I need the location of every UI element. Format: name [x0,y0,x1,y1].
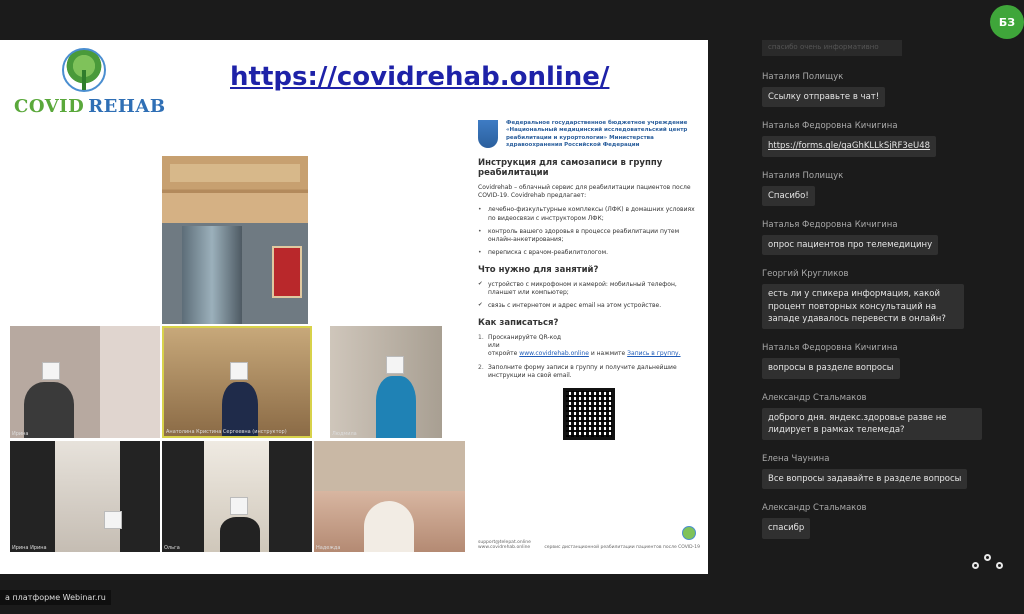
video-grid: Ирина Анатолина Кристина Сергеевна (инст… [10,326,465,552]
qr-code [563,387,615,440]
video-tile: Ирина Ирина [10,441,160,552]
message-author: Александр Стальмаков [762,392,867,403]
chat-message: Наталья Федоровна Кичигина вопросы в раз… [752,343,1002,379]
message-author: Наталья Федоровна Кичигина [762,121,898,132]
step-item: Заполните форму записи в группу и получи… [478,364,700,380]
participant-name: Анатолина Кристина Сергеевна (инструктор… [166,429,287,435]
chat-message: Наталия Полищук Спасибо! [752,171,1002,206]
logo-word-covid: COVID [14,96,85,117]
video-tile-active: Анатолина Кристина Сергеевна (инструктор… [162,326,312,438]
chat-panel[interactable]: спасибо очень информативно Наталия Полищ… [752,40,1002,574]
message-text: Ссылку отправьте в чат! [762,87,886,108]
person [364,501,414,552]
doc-intro: Covidrehab – облачный сервис для реабили… [478,183,691,200]
participant-name: Надежда [316,545,341,551]
presentation-slide: COVID REHAB https://covidrehab.online/ Ир… [0,40,708,574]
faded-message: спасибо очень информативно [762,40,902,56]
doc-needs-list: устройство с микрофоном и камерой: мобил… [478,281,700,310]
person [376,376,416,438]
chat-message: Наталья Федоровна Кичигина https://forms… [752,121,1002,157]
message-text: доброго дня. яндекс.здоровье разве не ли… [762,407,982,441]
step-item: Просканируйте QR-код или откройте www.co… [478,334,700,358]
logo-text: COVID REHAB [14,96,166,117]
list-item: переписка с врачом-реабилитологом. [478,249,700,257]
chat-message: Наталия Полищук Ссылку отправьте в чат! [752,72,1002,108]
building-photo [162,156,308,324]
building-sign [170,164,300,182]
step-text: откройте [488,350,518,358]
doc-needs-title: Что нужно для занятий? [478,264,599,275]
chat-message: Наталья Федоровна Кичигина опрос пациент… [752,219,1002,256]
list-item: контроль вашего здоровья в процессе реаб… [478,228,700,244]
video-tile: Ольга [162,441,312,552]
slide-url: https://covidrehab.online/ [230,62,610,92]
message-text: спасибр [762,518,811,539]
message-text: опрос пациентов про телемедицину [762,234,939,256]
message-text: вопросы в разделе вопросы [762,358,900,379]
message-author: Наталия Полищук [762,72,844,82]
participant-name: Людмила [332,431,357,437]
building-door [182,226,242,324]
doc-footer-service: сервис дистанционной реабилитации пациен… [544,545,700,550]
chat-message: Елена Чаунина Все вопросы задавайте в ра… [752,454,1002,490]
step-text: и нажмите [590,350,626,358]
doc-steps-list: Просканируйте QR-код или откройте www.co… [478,334,700,379]
person [24,382,74,438]
chat-message: Александр Стальмаков спасибр [752,503,1002,539]
user-avatar[interactable]: БЗ [990,5,1024,39]
message-author: Наталия Полищук [762,170,844,181]
message-author: Наталья Федоровна Кичигина [762,219,898,230]
message-author: Наталья Федоровна Кичигина [762,343,898,354]
message-text: Спасибо! [762,185,815,206]
chat-message: Александр Стальмаков доброго дня. яндекс… [752,393,1002,441]
message-author: Георгий Кругликов [762,269,849,280]
doc-footer: support@telepat.online www.covidrehab.on… [478,526,700,550]
doc-offers-list: лечебно-физкультурные комплексы (ЛФК) в … [478,206,700,257]
message-author: Александр Стальмаков [762,503,867,514]
building-plaque [272,246,302,298]
step-text: Просканируйте QR-код [488,334,562,342]
message-text: есть ли у спикера информация, какой проц… [762,284,964,330]
message-link[interactable]: https://forms.gle/gaGhKLLkSjRF3eU48 [762,136,937,157]
face-blur [42,362,60,380]
participant-name: Ольга [164,545,180,551]
message-text: Все вопросы задавайте в разделе вопросы [762,469,968,490]
doc-link: www.covidrehab.online [519,350,589,358]
top-bar: БЗ [0,0,1024,40]
face-blur [230,497,248,515]
chat-message: Георгий Кругликов есть ли у спикера инфо… [752,269,1002,330]
video-tile: Людмила [330,326,442,438]
list-item: связь с интернетом и адрес email на этом… [478,302,700,310]
instruction-document: Федеральное государственное бюджетное уч… [478,120,700,550]
doc-footer-contacts: support@telepat.online www.covidrehab.on… [478,540,531,550]
doc-organization: Федеральное государственное бюджетное уч… [478,120,700,150]
platform-label[interactable]: а платформе Webinar.ru [0,590,111,605]
covid-rehab-logo: COVID REHAB [14,48,166,118]
video-tile: Надежда [314,441,465,552]
doc-org-text: Федеральное государственное бюджетное уч… [506,120,688,149]
message-author: Елена Чаунина [762,454,830,465]
face-blur [104,511,122,529]
list-item: устройство с микрофоном и камерой: мобил… [478,281,700,297]
video-frame [55,441,120,552]
list-item: лечебно-физкультурные комплексы (ЛФК) в … [478,206,700,222]
bottom-bar: а платформе Webinar.ru [0,574,1024,614]
doc-signup-title: Как записаться? [478,318,559,329]
video-tile: Ирина [10,326,160,438]
emblem-icon [478,120,498,148]
participant-name: Ирина Ирина [12,545,47,551]
doc-link: Запись в группу. [627,350,681,358]
face-blur [386,356,404,374]
mini-logo-icon [682,526,696,540]
logo-word-rehab: REHAB [88,96,166,117]
doc-title: Инструкция для самозаписи в группу реаби… [478,157,663,178]
step-text: или [488,342,500,350]
face-blur [230,362,248,380]
tree-trunk [82,70,86,90]
person [220,517,260,552]
participant-name: Ирина [12,431,29,437]
